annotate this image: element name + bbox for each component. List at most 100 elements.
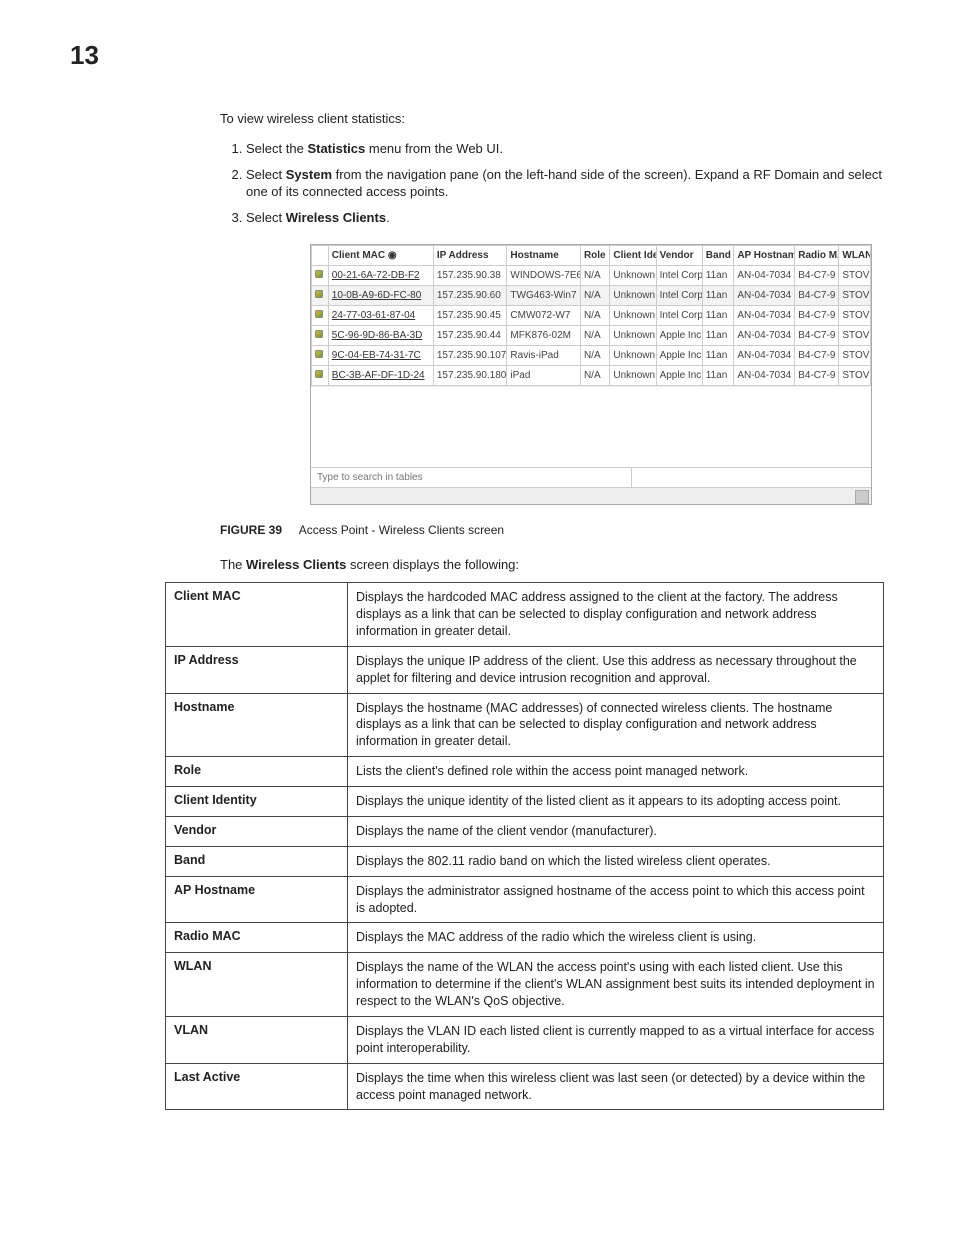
cell-mac[interactable]: 9C-04-EB-74-31-7C [328,346,433,366]
cell-role: N/A [580,306,609,326]
cell-band: 11an [702,286,734,306]
definition-desc: Displays the time when this wireless cli… [348,1063,884,1110]
step-1-pre: Select the [246,141,307,156]
step-2-post: from the navigation pane (on the left-ha… [246,167,882,200]
table-row[interactable]: BC-3B-AF-DF-1D-24157.235.90.180iPadN/AUn… [312,366,871,386]
table-row[interactable]: 9C-04-EB-74-31-7C157.235.90.107Ravis-iPa… [312,346,871,366]
cell-mac[interactable]: 24-77-03-61-87-04 [328,306,433,326]
intro-text: To view wireless client statistics: [220,111,884,126]
cell-ip: 157.235.90.60 [433,286,507,306]
cell-mac[interactable]: 00-21-6A-72-DB-F2 [328,266,433,286]
col-status[interactable] [312,246,329,266]
cell-mac[interactable]: 5C-96-9D-86-BA-3D [328,326,433,346]
table-row[interactable]: 5C-96-9D-86-BA-3D157.235.90.44MFK876-02M… [312,326,871,346]
cell-client-identity: Unknown [610,366,656,386]
definition-term: Client Identity [166,787,348,817]
definition-row: HostnameDisplays the hostname (MAC addre… [166,693,884,757]
definition-row: Client MACDisplays the hardcoded MAC add… [166,583,884,647]
cell-role: N/A [580,266,609,286]
cell-ip: 157.235.90.38 [433,266,507,286]
cell-wlan: STOV [839,346,871,366]
cell-mac[interactable]: BC-3B-AF-DF-1D-24 [328,366,433,386]
step-2-pre: Select [246,167,286,182]
table-row[interactable]: 10-0B-A9-6D-FC-80157.235.90.60TWG463-Win… [312,286,871,306]
definitions-table: Client MACDisplays the hardcoded MAC add… [165,582,884,1110]
cell-client-identity: Unknown [610,306,656,326]
cell-ip: 157.235.90.107 [433,346,507,366]
col-vendor[interactable]: Vendor [656,246,702,266]
col-hostname[interactable]: Hostname [507,246,581,266]
cell-hostname: TWG463-Win7 [507,286,581,306]
col-client-mac-label: Client MAC [332,250,385,261]
table-row[interactable]: 24-77-03-61-87-04157.235.90.45CMW072-W7N… [312,306,871,326]
cell-band: 11an [702,366,734,386]
cell-hostname: Ravis-iPad [507,346,581,366]
cell-band: 11an [702,346,734,366]
definition-row: Client IdentityDisplays the unique ident… [166,787,884,817]
definition-term: Vendor [166,816,348,846]
cell-role: N/A [580,326,609,346]
table-footer: Type to search in tables [311,467,871,487]
figure-text: Access Point - Wireless Clients screen [299,523,504,537]
cell-ap-hostname: AN-04-7034 [734,346,795,366]
step-1-bold: Statistics [307,141,365,156]
col-radio-mac[interactable]: Radio MAC [795,246,839,266]
page-number: 13 [70,40,884,71]
definition-desc: Displays the MAC address of the radio wh… [348,923,884,953]
definition-desc: Displays the name of the client vendor (… [348,816,884,846]
definition-row: VLANDisplays the VLAN ID each listed cli… [166,1016,884,1063]
definition-desc: Displays the hardcoded MAC address assig… [348,583,884,647]
cell-vendor: Apple Inc [656,366,702,386]
col-client-identity[interactable]: Client Identity [610,246,656,266]
col-ap-hostname[interactable]: AP Hostname [734,246,795,266]
cell-radio-mac: B4-C7-9 [795,266,839,286]
cell-mac[interactable]: 10-0B-A9-6D-FC-80 [328,286,433,306]
cell-radio-mac: B4-C7-9 [795,306,839,326]
cell-band: 11an [702,266,734,286]
definition-row: AP HostnameDisplays the administrator as… [166,876,884,923]
definition-term: Radio MAC [166,923,348,953]
step-3-post: . [386,210,390,225]
definition-term: AP Hostname [166,876,348,923]
figure-caption: FIGURE 39 Access Point - Wireless Client… [220,523,884,537]
definition-desc: Displays the unique identity of the list… [348,787,884,817]
step-1: Select the Statistics menu from the Web … [246,140,884,158]
cell-hostname: CMW072-W7 [507,306,581,326]
cell-ap-hostname: AN-04-7034 [734,286,795,306]
cell-wlan: STOV [839,306,871,326]
col-role[interactable]: Role [580,246,609,266]
definition-desc: Displays the unique IP address of the cl… [348,646,884,693]
col-client-mac[interactable]: Client MAC ◉ [328,246,433,266]
sort-icon: ◉ [388,250,397,261]
step-3-pre: Select [246,210,286,225]
cell-radio-mac: B4-C7-9 [795,326,839,346]
search-input[interactable]: Type to search in tables [311,468,632,487]
status-icon [312,346,329,366]
cell-vendor: Apple Inc [656,346,702,366]
definition-desc: Lists the client's defined role within t… [348,757,884,787]
cell-wlan: STOV [839,266,871,286]
status-icon [312,326,329,346]
table-header-row: Client MAC ◉ IP Address Hostname Role Cl… [312,246,871,266]
col-ip[interactable]: IP Address [433,246,507,266]
cell-wlan: STOV [839,326,871,346]
after-fig-bold: Wireless Clients [246,557,346,572]
cell-client-identity: Unknown [610,326,656,346]
definition-row: VendorDisplays the name of the client ve… [166,816,884,846]
definition-term: Client MAC [166,583,348,647]
step-1-post: menu from the Web UI. [365,141,503,156]
cell-band: 11an [702,306,734,326]
status-icon [312,266,329,286]
cell-vendor: Intel Corp [656,266,702,286]
cell-ip: 157.235.90.45 [433,306,507,326]
cell-ap-hostname: AN-04-7034 [734,306,795,326]
horizontal-scrollbar[interactable] [311,487,871,504]
cell-client-identity: Unknown [610,266,656,286]
col-wlan[interactable]: WLAN [839,246,871,266]
col-band[interactable]: Band [702,246,734,266]
definition-desc: Displays the hostname (MAC addresses) of… [348,693,884,757]
definition-row: RoleLists the client's defined role with… [166,757,884,787]
cell-ip: 157.235.90.180 [433,366,507,386]
table-row[interactable]: 00-21-6A-72-DB-F2157.235.90.38WINDOWS-7E… [312,266,871,286]
cell-ap-hostname: AN-04-7034 [734,326,795,346]
